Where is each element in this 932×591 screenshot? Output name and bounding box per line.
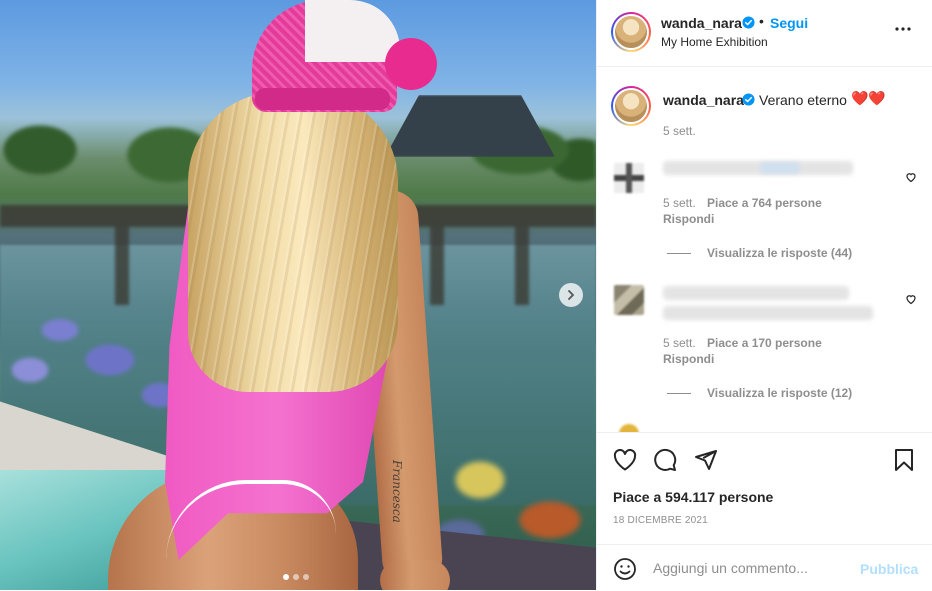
- replies-divider: [667, 253, 691, 254]
- cap-brim: [385, 38, 437, 90]
- comment-time: 5 sett.: [663, 336, 696, 350]
- commenter-avatar[interactable]: [614, 285, 644, 315]
- chevron-right-icon: [568, 290, 574, 300]
- carousel-dot: [283, 574, 289, 580]
- comment-text-redacted: [663, 306, 873, 320]
- heart-icon[interactable]: [613, 449, 637, 471]
- reply-button[interactable]: Rispondi: [663, 352, 714, 366]
- gazebo-roof: [385, 95, 555, 157]
- post-header: wanda_nara • Segui My Home Exhibition: [597, 0, 932, 67]
- caption-emoji: ❤️❤️: [851, 90, 886, 106]
- comment-emoji-redacted: [760, 162, 800, 174]
- figure-hand: [380, 560, 450, 590]
- follow-button[interactable]: Segui: [770, 15, 808, 31]
- hair-strands: [188, 92, 398, 392]
- post-side-panel: wanda_nara • Segui My Home Exhibition wa…: [596, 0, 932, 590]
- replies-divider: [667, 393, 691, 394]
- commenter-avatar[interactable]: [614, 163, 644, 193]
- emoji-icon[interactable]: [613, 557, 637, 581]
- heart-icon[interactable]: [905, 293, 917, 305]
- post-date: 18 DICEMBRE 2021: [613, 515, 708, 526]
- likes-count[interactable]: Piace a 594.117 persone: [613, 489, 773, 505]
- cap-band: [255, 88, 390, 110]
- comments-section: wanda_nara Verano eterno ❤️❤️ 5 sett. 5 …: [597, 68, 932, 432]
- post-location[interactable]: My Home Exhibition: [661, 35, 768, 49]
- comment-input[interactable]: [653, 560, 853, 576]
- add-comment-bar: Pubblica: [597, 544, 932, 591]
- share-icon[interactable]: [694, 448, 718, 472]
- carousel-dot: [293, 574, 299, 580]
- arm-tattoo: Francesca: [390, 460, 404, 523]
- caption-time: 5 sett.: [663, 124, 696, 138]
- heart-icon[interactable]: [905, 171, 917, 183]
- instagram-post: Francesca wanda_nara • Segui My Home Exh…: [0, 0, 932, 590]
- reply-button[interactable]: Rispondi: [663, 212, 714, 226]
- carousel-indicator: [283, 574, 309, 580]
- comment-text-redacted: [663, 161, 853, 175]
- author-username[interactable]: wanda_nara: [661, 15, 742, 31]
- caption-avatar[interactable]: [611, 86, 651, 126]
- view-replies-button[interactable]: Visualizza le risposte (44): [707, 246, 852, 260]
- publish-button[interactable]: Pubblica: [860, 561, 918, 577]
- comment-text-redacted: [663, 286, 849, 300]
- verified-badge-icon: [742, 93, 755, 106]
- post-photo[interactable]: Francesca: [0, 0, 596, 590]
- bookmark-icon[interactable]: [894, 448, 914, 472]
- next-slide-button[interactable]: [559, 283, 583, 307]
- bridge-post: [515, 225, 529, 305]
- post-actions: Piace a 594.117 persone 18 DICEMBRE 2021…: [597, 432, 932, 590]
- author-avatar[interactable]: [611, 12, 651, 52]
- comment-likes[interactable]: Piace a 764 persone: [707, 196, 822, 210]
- header-separator: •: [759, 13, 764, 29]
- bridge-post: [115, 225, 129, 305]
- cap-front-panel: [305, 0, 400, 62]
- comment-time: 5 sett.: [663, 196, 696, 210]
- verified-badge-icon: [742, 16, 755, 29]
- bridge-post: [430, 225, 444, 305]
- comment-likes[interactable]: Piace a 170 persone: [707, 336, 822, 350]
- view-replies-button[interactable]: Visualizza le risposte (12): [707, 386, 852, 400]
- carousel-dot: [303, 574, 309, 580]
- more-options-icon[interactable]: [894, 26, 912, 32]
- caption-text: Verano eterno: [759, 92, 847, 108]
- commenter-avatar[interactable]: [619, 424, 639, 432]
- caption-username[interactable]: wanda_nara: [663, 92, 744, 108]
- comment-icon[interactable]: [653, 448, 677, 472]
